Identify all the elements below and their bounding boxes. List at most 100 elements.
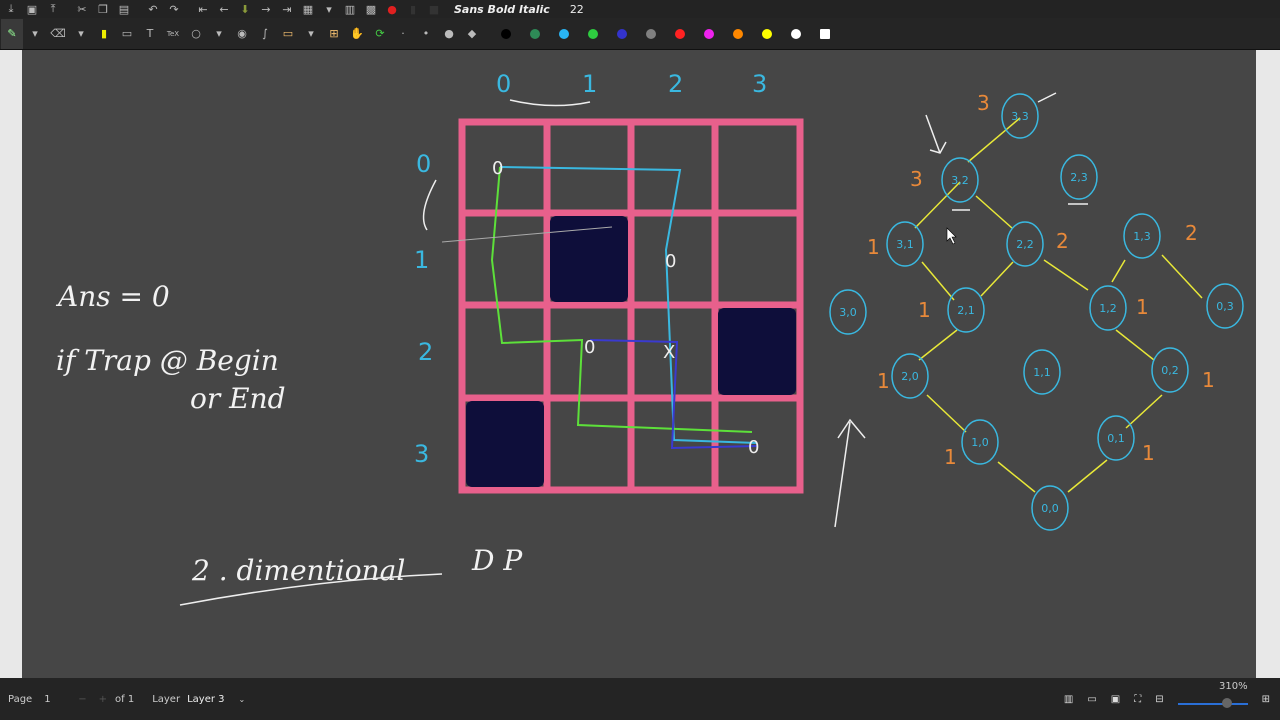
down-icon[interactable]: ⬇ [235,0,255,18]
pause-icon[interactable]: ▮ [403,0,423,18]
trap-line-1: if Trap @ Begin [56,344,279,377]
fine-width-icon[interactable]: · [392,19,414,49]
ruler-icon[interactable]: ◉ [231,19,253,49]
shape-tool-icon[interactable]: ○ [185,19,207,49]
last-page-icon[interactable]: ⇥ [277,0,297,18]
tree-node-label-2-1: 2,1 [957,304,975,317]
record-icon[interactable]: ● [382,0,402,18]
zoom-slider[interactable]: 310% [1177,681,1248,709]
zoom-in-icon[interactable]: ⊞ [1262,694,1270,705]
col-label-3: 3 [752,70,767,98]
zoom-slider-handle[interactable] [1221,698,1232,708]
color-swatch-11[interactable] [819,28,830,39]
image-icon[interactable]: ▩ [361,0,381,18]
hand-tool-icon[interactable]: ✋ [346,19,368,49]
page-label: Page [8,693,33,705]
count-3-1: 1 [867,235,880,259]
book-view-icon[interactable]: ▥ [1064,694,1073,705]
right-scrollbar[interactable] [1256,50,1280,678]
refresh-icon[interactable]: ⟳ [369,19,391,49]
vertical-space-icon[interactable]: ⊞ [323,19,345,49]
eraser-tool-icon[interactable]: ⌫ [47,19,69,49]
page-stepper-minus-icon[interactable]: − [78,694,86,705]
font-size[interactable]: 22 [570,3,584,16]
page-stepper-plus-icon[interactable]: + [99,694,107,705]
color-swatch-9[interactable] [761,28,772,39]
color-swatch-10[interactable] [790,28,801,39]
delete-page-icon[interactable]: ▥ [340,0,360,18]
stop-icon[interactable]: ■ [424,0,444,18]
color-swatch-3[interactable] [587,28,598,39]
eraser-dropdown-icon[interactable]: ▾ [70,19,92,49]
insert-page-dropdown-icon[interactable]: ▾ [319,0,339,18]
new-page-icon[interactable]: ▣ [22,0,42,18]
layer-label: Layer [152,693,181,705]
layer-dropdown-icon[interactable]: ⌄ [239,695,246,704]
copy-icon[interactable]: ❐ [93,0,113,18]
select-dropdown-icon[interactable]: ▾ [300,19,322,49]
color-swatch-5[interactable] [645,28,656,39]
row-label-1: 1 [414,246,429,274]
col-label-1: 1 [582,70,597,98]
text-tool-icon[interactable]: T [139,19,161,49]
paste-icon[interactable]: ▤ [114,0,134,18]
drawing-canvas[interactable]: 0 1 2 3 0 1 2 3 0 0 0 X 0 Ans = 0 if Tra… [22,50,1256,678]
col-arrow [509,99,591,107]
tree-node-label-3-2: 3,2 [951,174,969,187]
fullscreen-icon[interactable]: ⛶ [1134,694,1141,705]
highlighter-tool-icon[interactable]: ▮ [93,19,115,49]
tree-node-label-2-3: 2,3 [1070,171,1088,184]
image-tool-icon[interactable]: ▭ [116,19,138,49]
count-2-0: 1 [877,369,890,393]
save-icon[interactable]: ⤓ [1,0,21,18]
tree-node-label-2-2: 2,2 [1016,238,1034,251]
tree-node-label-1-3: 1,3 [1133,230,1151,243]
row-label-3: 3 [414,440,429,468]
layer-select[interactable]: Layer 3 [187,694,224,705]
tree-node-label-1-1: 1,1 [1033,366,1051,379]
medium-width-icon[interactable]: • [415,19,437,49]
font-name[interactable]: Sans Bold Italic [454,3,550,16]
ans-text: Ans = 0 [55,280,170,313]
single-page-icon[interactable]: ▣ [1111,694,1120,705]
color-swatch-0[interactable] [500,28,511,39]
thick-width-icon[interactable]: ● [438,19,460,49]
color-swatch-6[interactable] [674,28,685,39]
page-input[interactable]: 1 [44,694,72,705]
cell-mark-x: X [663,342,675,363]
cut-icon[interactable]: ✂ [72,0,92,18]
color-swatch-1[interactable] [529,28,540,39]
cell-mark-a: 0 [665,251,676,272]
arrow-to-top-node [1037,92,1057,103]
pen-dropdown-icon[interactable]: ▾ [24,19,46,49]
cell-mark-start: 0 [492,158,503,179]
tree-node-label-0-1: 0,1 [1107,432,1125,445]
zoom-level: 310% [1219,681,1248,692]
color-swatch-7[interactable] [703,28,714,39]
next-page-icon[interactable]: → [256,0,276,18]
export-icon[interactable]: ⤒ [43,0,63,18]
color-swatch-8[interactable] [732,28,743,39]
color-swatch-2[interactable] [558,28,569,39]
zoom-out-icon[interactable]: ⊟ [1155,694,1163,705]
count-3-3: 3 [977,91,990,115]
math-tex-icon[interactable]: TeX [162,19,184,49]
tree-node-label-2-0: 2,0 [901,370,919,383]
pen-tool-icon[interactable]: ✎ [1,18,23,49]
undo-icon[interactable]: ↶ [143,0,163,18]
left-margin [0,50,22,678]
tree-nodes: 3,3 3,2 2,3 3,1 2,2 1,3 3,0 2,1 1,2 0,3 2,0 1,1 0,2 1… [829,93,1244,531]
tree-node-label-0-3: 0,3 [1216,300,1234,313]
spline-icon[interactable]: ∫ [254,19,276,49]
presentation-icon[interactable]: ▭ [1087,694,1096,705]
first-page-icon[interactable]: ⇤ [193,0,213,18]
arrow-to-3-2 [925,114,947,154]
mouse-cursor-icon [946,227,957,245]
fill-icon[interactable]: ◆ [461,19,483,49]
insert-page-icon[interactable]: ▦ [298,0,318,18]
redo-icon[interactable]: ↷ [164,0,184,18]
color-swatch-4[interactable] [616,28,627,39]
prev-page-icon[interactable]: ← [214,0,234,18]
shape-dropdown-icon[interactable]: ▾ [208,19,230,49]
select-rect-icon[interactable]: ▭ [277,19,299,49]
